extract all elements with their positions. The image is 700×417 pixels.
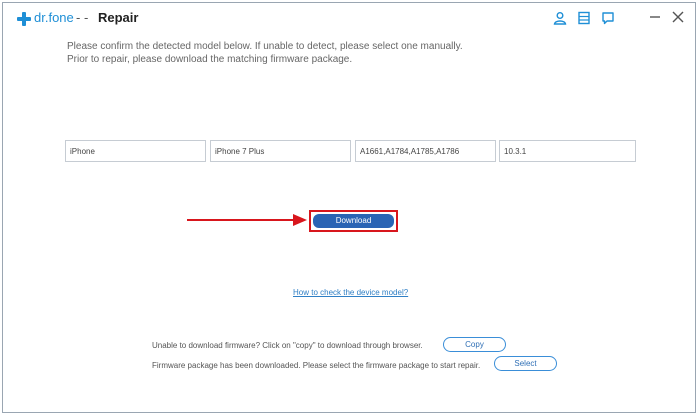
title-separator: - - — [76, 10, 89, 25]
title-bar: dr.fone - - Repair — [3, 3, 695, 33]
red-arrow-icon — [187, 214, 307, 226]
app-name: dr.fone — [34, 10, 74, 25]
copy-button[interactable]: Copy — [443, 337, 506, 352]
select-button[interactable]: Select — [494, 356, 557, 371]
device-model-field[interactable]: iPhone 7 Plus — [210, 140, 351, 162]
device-model-help-link[interactable]: How to check the device model? — [293, 288, 408, 297]
minimize-icon[interactable] — [647, 9, 663, 25]
instructions: Please confirm the detected model below.… — [67, 40, 463, 66]
drfone-logo-icon — [17, 12, 31, 26]
close-icon[interactable] — [670, 9, 686, 25]
copy-instruction: Unable to download firmware? Click on "c… — [152, 341, 423, 350]
instruction-line-2: Prior to repair, please download the mat… — [67, 54, 353, 65]
instruction-line-1: Please confirm the detected model below.… — [67, 41, 463, 52]
account-icon[interactable] — [553, 11, 567, 25]
ios-version-field[interactable]: 10.3.1 — [499, 140, 636, 162]
feedback-icon[interactable] — [601, 11, 615, 25]
device-name-field[interactable]: iPhone — [65, 140, 206, 162]
app-window: dr.fone - - Repair Please confirm the de… — [2, 2, 696, 413]
select-instruction: Firmware package has been downloaded. Pl… — [152, 361, 481, 370]
model-number-field[interactable]: A1661,A1784,A1785,A1786 — [355, 140, 496, 162]
window-title: Repair — [98, 10, 139, 25]
document-icon[interactable] — [577, 11, 591, 25]
download-button[interactable]: Download — [313, 214, 394, 228]
